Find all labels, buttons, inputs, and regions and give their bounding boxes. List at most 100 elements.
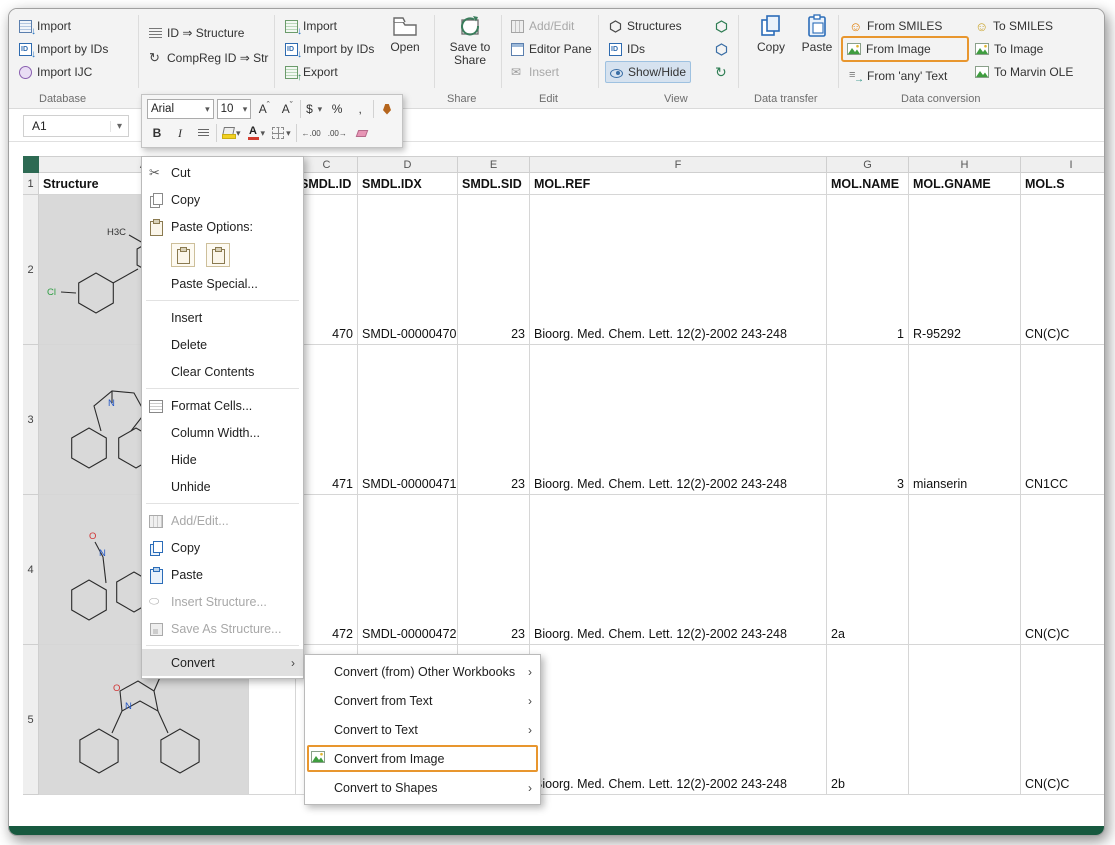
cell-F3[interactable]: Bioorg. Med. Chem. Lett. 12(2)-2002 243-… <box>530 345 827 495</box>
import-ijc-button[interactable]: Import IJC <box>15 61 96 83</box>
cell-I5[interactable]: CN(C)C <box>1021 645 1104 795</box>
cell-E3[interactable]: 23 <box>458 345 530 495</box>
menu-item-paste-options[interactable]: Paste Options: <box>142 213 303 240</box>
menu-item-delete[interactable]: Delete <box>142 331 303 358</box>
open-button[interactable]: Open <box>381 14 429 88</box>
cell-C1[interactable]: SMDL.ID <box>296 173 358 195</box>
bold-button[interactable]: B <box>147 123 167 143</box>
cell-I1[interactable]: MOL.S <box>1021 173 1104 195</box>
comma-style-button[interactable]: , <box>350 99 370 119</box>
borders-button[interactable]: ▾ <box>270 123 293 143</box>
menu-item-save-as-structure[interactable]: Save As Structure... <box>142 615 303 642</box>
cell-I2[interactable]: CN(C)C <box>1021 195 1104 345</box>
font-name-select[interactable]: Arial ▾ <box>147 99 214 119</box>
align-center-button[interactable] <box>193 123 213 143</box>
increase-decimal-button[interactable] <box>300 123 323 143</box>
menu-item-insert[interactable]: Insert <box>142 304 303 331</box>
cell-F4[interactable]: Bioorg. Med. Chem. Lett. 12(2)-2002 243-… <box>530 495 827 645</box>
copy-button[interactable]: Copy <box>749 14 793 88</box>
row-header-4[interactable]: 4 <box>23 495 39 645</box>
cell-G1[interactable]: MOL.NAME <box>827 173 909 195</box>
paste-option-formatting-button[interactable] <box>171 243 195 267</box>
refresh-view-button[interactable]: ↻ <box>711 61 731 83</box>
from-smiles-button[interactable]: ☺ From SMILES <box>845 15 946 37</box>
structures-button[interactable]: Structures <box>605 15 686 37</box>
menu-item-copy[interactable]: Copy <box>142 186 303 213</box>
menu-item-add-edit[interactable]: Add/Edit... <box>142 507 303 534</box>
cell-F1[interactable]: MOL.REF <box>530 173 827 195</box>
submenu-item-convert-to-shapes[interactable]: Convert to Shapes› <box>305 773 540 802</box>
id-to-structure-button[interactable]: ID ⇒ Structure <box>145 22 248 44</box>
cell-H2[interactable]: R-95292 <box>909 195 1021 345</box>
from-image-button[interactable]: From Image <box>841 36 969 62</box>
percent-style-button[interactable]: % <box>327 99 347 119</box>
from-any-text-button[interactable]: From 'any' Text <box>845 65 951 87</box>
menu-item-clear-contents[interactable]: Clear Contents <box>142 358 303 385</box>
submenu-item-convert-from-text[interactable]: Convert from Text› <box>305 686 540 715</box>
cell-D3[interactable]: SMDL-00000471 <box>358 345 458 495</box>
column-header-E[interactable]: E <box>458 156 530 173</box>
cell-D1[interactable]: SMDL.IDX <box>358 173 458 195</box>
cell-F2[interactable]: Bioorg. Med. Chem. Lett. 12(2)-2002 243-… <box>530 195 827 345</box>
show-hide-button[interactable]: Show/Hide <box>605 61 691 83</box>
cell-H1[interactable]: MOL.GNAME <box>909 173 1021 195</box>
cell-F5[interactable]: Bioorg. Med. Chem. Lett. 12(2)-2002 243-… <box>530 645 827 795</box>
import-by-ids-2-button[interactable]: Import by IDs <box>281 38 378 60</box>
cell-I4[interactable]: CN(C)C <box>1021 495 1104 645</box>
menu-item-convert[interactable]: Convert› <box>142 649 303 676</box>
cell-C2[interactable]: 470 <box>296 195 358 345</box>
row-header-2[interactable]: 2 <box>23 195 39 345</box>
accounting-format-button[interactable]: $▾ <box>304 99 324 119</box>
cell-D2[interactable]: SMDL-00000470 <box>358 195 458 345</box>
cell-D4[interactable]: SMDL-00000472 <box>358 495 458 645</box>
cell-G4[interactable]: 2a <box>827 495 909 645</box>
cell-G5[interactable]: 2b <box>827 645 909 795</box>
shrink-font-button[interactable]: Aˇ <box>277 99 297 119</box>
column-header-H[interactable]: H <box>909 156 1021 173</box>
grow-font-button[interactable]: Aˆ <box>254 99 274 119</box>
view-structure-tool-button[interactable] <box>711 15 732 37</box>
view-id-tool-button[interactable] <box>711 38 732 60</box>
menu-item-unhide[interactable]: Unhide <box>142 473 303 500</box>
paste-option-values-button[interactable] <box>206 243 230 267</box>
row-header-3[interactable]: 3 <box>23 345 39 495</box>
cell-H4[interactable] <box>909 495 1021 645</box>
to-smiles-button[interactable]: ☺ To SMILES <box>971 15 1057 37</box>
cell-C4[interactable]: 472 <box>296 495 358 645</box>
italic-button[interactable]: I <box>170 123 190 143</box>
cell-H3[interactable]: mianserin <box>909 345 1021 495</box>
menu-item-insert-structure[interactable]: Insert Structure... <box>142 588 303 615</box>
column-header-I[interactable]: I <box>1021 156 1104 173</box>
row-header-5[interactable]: 5 <box>23 645 39 795</box>
format-painter-button[interactable] <box>377 99 397 119</box>
add-edit-button[interactable]: Add/Edit <box>507 15 578 37</box>
menu-item-cut[interactable]: Cut <box>142 159 303 186</box>
import-by-ids-button[interactable]: Import by IDs <box>15 38 112 60</box>
paste-button[interactable]: Paste <box>795 14 839 88</box>
font-size-select[interactable]: 10 ▾ <box>217 99 252 119</box>
fill-color-button[interactable]: ▾ <box>220 123 243 143</box>
submenu-item-convert-from-image[interactable]: Convert from Image <box>305 744 540 773</box>
select-all-corner[interactable] <box>23 156 39 173</box>
cell-I3[interactable]: CN1CC <box>1021 345 1104 495</box>
menu-item-paste-special[interactable]: Paste Special... <box>142 270 303 297</box>
cell-G3[interactable]: 3 <box>827 345 909 495</box>
column-header-C[interactable]: C <box>296 156 358 173</box>
row-header-1[interactable]: 1 <box>23 173 39 195</box>
ids-button[interactable]: IDs <box>605 38 649 60</box>
cell-E2[interactable]: 23 <box>458 195 530 345</box>
export-button[interactable]: Export <box>281 61 342 83</box>
submenu-item-convert-to-text[interactable]: Convert to Text› <box>305 715 540 744</box>
import-2-button[interactable]: Import <box>281 15 341 37</box>
cell-G2[interactable]: 1 <box>827 195 909 345</box>
submenu-item-convert-from-other-workbooks[interactable]: Convert (from) Other Workbooks› <box>305 657 540 686</box>
menu-item-column-width[interactable]: Column Width... <box>142 419 303 446</box>
column-header-G[interactable]: G <box>827 156 909 173</box>
menu-item-hide[interactable]: Hide <box>142 446 303 473</box>
to-marvin-ole-button[interactable]: To Marvin OLE <box>971 61 1077 83</box>
cell-C3[interactable]: 471 <box>296 345 358 495</box>
menu-item-structure-paste[interactable]: Paste <box>142 561 303 588</box>
cell-E4[interactable]: 23 <box>458 495 530 645</box>
column-header-D[interactable]: D <box>358 156 458 173</box>
save-to-share-button[interactable]: Save to Share <box>441 14 499 88</box>
